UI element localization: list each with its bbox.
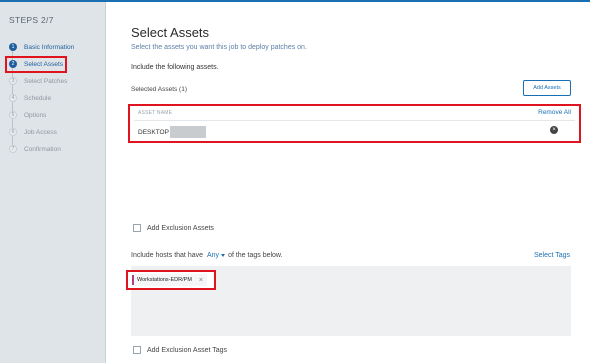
step-number: 3 xyxy=(9,77,17,85)
tag-chip: Workstations-EDR/PM × xyxy=(126,270,216,290)
steps-sidebar: STEPS 2/7 1 Basic Information 2 Select A… xyxy=(0,2,106,363)
remove-asset-icon[interactable]: × xyxy=(550,126,558,134)
add-assets-button[interactable]: Add Assets xyxy=(523,80,571,96)
asset-name-column-header: ASSET NAME xyxy=(138,110,173,116)
step-number: 4 xyxy=(9,94,17,102)
tag-color-swatch xyxy=(132,275,134,285)
tag-match-value: Any xyxy=(207,252,220,259)
add-exclusion-tags-row: Add Exclusion Asset Tags xyxy=(133,346,227,354)
chevron-down-icon xyxy=(221,254,226,257)
step-basic-information[interactable]: 1 Basic Information xyxy=(9,40,104,54)
step-number: 7 xyxy=(9,145,17,153)
step-number: 6 xyxy=(9,128,17,136)
step-number: 1 xyxy=(9,43,17,51)
step-label: Options xyxy=(24,111,47,119)
tag-chip-body: Workstations-EDR/PM × xyxy=(132,274,208,286)
add-exclusion-assets-row: Add Exclusion Assets xyxy=(133,224,214,232)
step-number: 5 xyxy=(9,111,17,119)
remove-all-link[interactable]: Remove All xyxy=(538,109,571,116)
step-label: Select Patches xyxy=(24,77,68,85)
main-content: Select Assets Select the assets you want… xyxy=(106,2,590,363)
step-select-patches[interactable]: 3 Select Patches xyxy=(9,74,104,88)
step-label: Basic Information xyxy=(24,43,75,51)
add-exclusion-tags-label: Add Exclusion Asset Tags xyxy=(147,346,228,354)
add-exclusion-tags-checkbox[interactable] xyxy=(133,346,141,354)
step-schedule[interactable]: 4 Schedule xyxy=(9,91,104,105)
include-hosts-line: Include hosts that have Any of the tags … xyxy=(131,252,283,259)
step-options[interactable]: 5 Options xyxy=(9,108,104,122)
close-icon[interactable]: × xyxy=(199,277,203,284)
page-title: Select Assets xyxy=(131,25,210,40)
step-label: Schedule xyxy=(24,94,52,102)
hosts-prefix-text: Include hosts that have xyxy=(131,252,203,259)
table-row: DESKTOP xyxy=(138,126,206,138)
asset-name: DESKTOP xyxy=(138,128,169,136)
step-label: Job Access xyxy=(24,128,57,136)
add-exclusion-assets-checkbox[interactable] xyxy=(133,224,141,232)
hosts-suffix-text: of the tags below. xyxy=(228,252,283,259)
page-subtitle: Select the assets you want this job to d… xyxy=(131,44,307,51)
steps-title: STEPS 2/7 xyxy=(9,15,54,25)
selected-assets-table: ASSET NAME Remove All DESKTOP × xyxy=(128,104,581,143)
select-tags-link[interactable]: Select Tags xyxy=(534,252,570,259)
active-step-highlight xyxy=(5,56,67,73)
tag-match-dropdown[interactable]: Any xyxy=(207,252,226,259)
step-label: Confirmation xyxy=(24,145,61,153)
redacted-block xyxy=(169,126,206,138)
selected-assets-count: Selected Assets (1) xyxy=(131,86,187,93)
include-assets-label: Include the following assets. xyxy=(131,64,219,71)
add-exclusion-assets-label: Add Exclusion Assets xyxy=(147,224,214,232)
step-confirmation[interactable]: 7 Confirmation xyxy=(9,142,104,156)
table-divider xyxy=(134,120,575,121)
step-job-access[interactable]: 6 Job Access xyxy=(9,125,104,139)
tag-label: Workstations-EDR/PM xyxy=(137,277,192,283)
